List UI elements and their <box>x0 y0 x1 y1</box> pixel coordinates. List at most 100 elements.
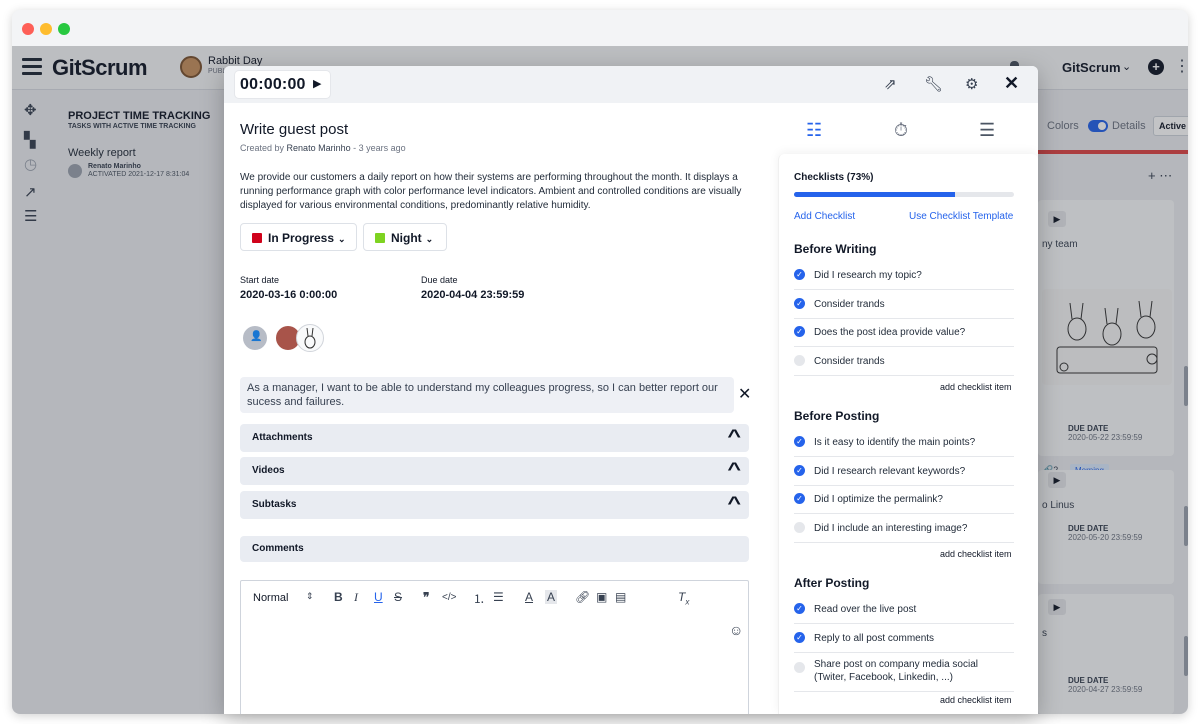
created-ago: - 3 years ago <box>353 143 406 153</box>
subtasks-section[interactable]: Subtasks ^ <box>240 491 749 519</box>
blockquote-icon[interactable]: ❞ <box>423 590 429 604</box>
checklist-item-text: Does the post idea provide value? <box>814 327 966 338</box>
add-checklist-item-link[interactable]: add checklist item <box>940 549 1012 559</box>
comments-section[interactable]: Comments <box>240 536 749 562</box>
checked-icon[interactable]: ✓ <box>794 326 805 337</box>
section-label: Subtasks <box>252 499 297 510</box>
video-icon[interactable]: ▤ <box>615 590 626 604</box>
timer-tab-icon[interactable]: ⏱︎ <box>894 120 908 141</box>
close-window-button[interactable] <box>22 23 34 35</box>
chevron-down-icon: ⌄ <box>338 234 346 244</box>
checklist-item[interactable]: ✓ Reply to all post comments <box>794 632 1014 653</box>
gear-icon[interactable]: ⚙ <box>965 75 978 93</box>
checklist-item-text: Did I research relevant keywords? <box>814 466 966 477</box>
checklist-progress-bar <box>794 192 1014 197</box>
shift-color-swatch <box>375 233 385 243</box>
checklist-progress-fill <box>794 192 955 197</box>
wrench-icon[interactable]: 🔧︎ <box>924 75 943 93</box>
comment-editor[interactable]: Normal ⇕ B I U S ❞ </> ⒈ ☰ A A 🔗︎ ▣ ▤ Tx… <box>240 580 749 714</box>
checklist-item-text: Consider trands <box>814 356 885 367</box>
checklist-item[interactable]: Consider trands <box>794 355 1014 376</box>
link-icon[interactable]: 🔗︎ <box>575 590 590 604</box>
checklist-item-text: Did I optimize the permalink? <box>814 494 943 505</box>
checklist-item-text: Is it easy to identify the main points? <box>814 437 976 448</box>
add-checklist-item-link[interactable]: add checklist item <box>940 382 1012 392</box>
bullet-list-icon[interactable]: ☰ <box>493 590 504 604</box>
checked-icon[interactable]: ✓ <box>794 632 805 643</box>
underline-icon[interactable]: U <box>374 590 383 604</box>
clear-format-icon[interactable]: Tx <box>678 590 689 606</box>
checklist-item[interactable]: Share post on company media social (Twit… <box>794 658 1014 692</box>
text-color-icon[interactable]: A <box>525 590 533 604</box>
italic-icon[interactable]: I <box>354 590 358 605</box>
checklist-item[interactable]: ✓ Does the post idea provide value? <box>794 326 1014 347</box>
checklist-group-title: After Posting <box>794 576 870 590</box>
created-by: Created by Renato Marinho - 3 years ago <box>240 143 406 153</box>
checklist-item[interactable]: ✓ Did I optimize the permalink? <box>794 493 1014 514</box>
shift-dropdown[interactable]: Night ⌄ <box>363 223 447 251</box>
checklist-item[interactable]: ✓ Is it easy to identify the main points? <box>794 436 1014 457</box>
checked-icon[interactable]: ✓ <box>794 493 805 504</box>
chevron-up-icon[interactable]: ^ <box>728 426 742 447</box>
select-arrows-icon[interactable]: ⇕ <box>306 591 314 602</box>
checked-icon[interactable]: ✓ <box>794 603 805 614</box>
start-date-label: Start date <box>240 275 280 285</box>
created-by-user[interactable]: Renato Marinho <box>287 143 351 153</box>
checklist-item-text: Share post on company media social (Twit… <box>814 659 978 683</box>
task-description[interactable]: We provide our customers a daily report … <box>240 171 750 213</box>
add-checklist-item-link[interactable]: add checklist item <box>940 695 1012 705</box>
add-checklist-link[interactable]: Add Checklist <box>794 211 855 222</box>
assignee-avatar[interactable] <box>296 324 324 352</box>
window-titlebar <box>12 10 1188 46</box>
image-icon[interactable]: ▣ <box>596 590 607 604</box>
checked-icon[interactable]: ✓ <box>794 465 805 476</box>
format-select[interactable]: Normal <box>253 592 288 604</box>
status-color-swatch <box>252 233 262 243</box>
minimize-window-button[interactable] <box>40 23 52 35</box>
timer-display: 00:00:00 <box>240 76 306 93</box>
background-color-icon[interactable]: A <box>545 590 558 604</box>
task-title[interactable]: Write guest post <box>240 121 348 138</box>
bold-icon[interactable]: B <box>334 590 343 604</box>
unchecked-icon[interactable] <box>794 355 805 366</box>
play-icon[interactable]: ▶ <box>313 77 321 90</box>
checklist-item[interactable]: ✓ Consider trands <box>794 298 1014 319</box>
close-icon[interactable]: ✕ <box>738 384 751 404</box>
status-label: In Progress <box>268 231 335 245</box>
checklist-item[interactable]: Did I include an interesting image? <box>794 522 1014 543</box>
checklist-item[interactable]: ✓ Did I research my topic? <box>794 269 1014 290</box>
status-dropdown[interactable]: In Progress ⌄ <box>240 223 357 251</box>
attachments-section[interactable]: Attachments ^ <box>240 424 749 452</box>
chevron-up-icon[interactable]: ^ <box>728 459 742 480</box>
checklist-item[interactable]: ✓ Did I research relevant keywords? <box>794 465 1014 486</box>
add-assignee-avatar[interactable] <box>241 324 269 352</box>
checklist-item[interactable]: ✓ Read over the live post <box>794 603 1014 624</box>
checklist-title: Checklists (73%) <box>794 172 874 183</box>
unchecked-icon[interactable] <box>794 522 805 533</box>
chevron-up-icon[interactable]: ^ <box>728 493 742 514</box>
maximize-window-button[interactable] <box>58 23 70 35</box>
checklist-item-text: Reply to all post comments <box>814 633 935 644</box>
external-link-icon[interactable]: ⇗ <box>884 75 897 93</box>
checked-icon[interactable]: ✓ <box>794 436 805 447</box>
checklist-tab-icon[interactable]: ☷ <box>806 120 822 141</box>
emoji-icon[interactable]: ☺ <box>729 622 743 638</box>
checklist-group-title: Before Posting <box>794 409 880 423</box>
task-modal: 00:00:00 ▶ ⇗ 🔧︎ ⚙ ✕ Write guest post Cre… <box>224 66 1038 714</box>
videos-section[interactable]: Videos ^ <box>240 457 749 485</box>
checked-icon[interactable]: ✓ <box>794 269 805 280</box>
time-tracker[interactable]: 00:00:00 ▶ <box>235 71 330 98</box>
user-story[interactable]: As a manager, I want to be able to under… <box>240 377 734 413</box>
close-icon[interactable]: ✕ <box>1004 73 1019 94</box>
checked-icon[interactable]: ✓ <box>794 298 805 309</box>
start-date-value[interactable]: 2020-03-16 0:00:00 <box>240 289 337 301</box>
strikethrough-icon[interactable]: S <box>394 590 402 604</box>
code-icon[interactable]: </> <box>442 592 456 603</box>
use-template-link[interactable]: Use Checklist Template <box>909 211 1013 222</box>
due-date-value[interactable]: 2020-04-04 23:59:59 <box>421 289 524 301</box>
menu-tab-icon[interactable]: ☰ <box>979 120 995 141</box>
chevron-down-icon: ⌄ <box>425 234 434 244</box>
due-date-label: Due date <box>421 275 458 285</box>
ordered-list-icon[interactable]: ⒈ <box>473 590 485 607</box>
unchecked-icon[interactable] <box>794 662 805 673</box>
